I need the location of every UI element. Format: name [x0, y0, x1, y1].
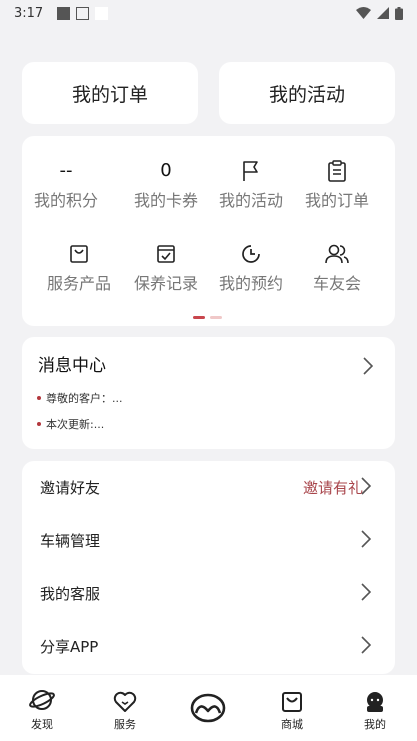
- message-center-card[interactable]: 消息中心 尊敬的客户：... 本次更新:...: [22, 337, 395, 449]
- message-center-title: 消息中心: [38, 356, 106, 376]
- maintenance-label: 保养记录: [133, 274, 198, 293]
- grid-item-maintenance[interactable]: 保养记录: [121, 241, 211, 294]
- white-square-icon: [95, 6, 109, 20]
- chevron-right-icon: [361, 582, 372, 605]
- points-value: --: [59, 160, 73, 181]
- chevron-right-icon: [361, 635, 372, 658]
- users-icon: [324, 241, 350, 267]
- points-label: 我的积分: [33, 191, 98, 210]
- tab-service-label: 服务: [114, 718, 136, 731]
- flag-icon: [241, 158, 261, 184]
- tab-mall-label: 商城: [281, 718, 303, 731]
- my-activities-label: 我的活动: [268, 83, 345, 106]
- share-label: 分享APP: [40, 638, 99, 656]
- invite-label: 邀请好友: [40, 479, 101, 497]
- coupons-value: 0: [160, 160, 172, 181]
- activities-label: 我的活动: [218, 191, 283, 210]
- signal-icon: [377, 7, 389, 19]
- tab-mall[interactable]: 商城: [262, 675, 322, 732]
- wifi-icon: [356, 7, 371, 19]
- my-orders-button[interactable]: 我的订单: [22, 62, 198, 124]
- clipboard-icon: [327, 158, 347, 184]
- page-dot-active: [193, 316, 205, 319]
- message-item[interactable]: 尊敬的客户：...: [37, 390, 123, 406]
- invite-reward-text: 邀请有礼: [302, 479, 363, 497]
- coupons-label: 我的卡券: [133, 191, 198, 210]
- tab-mine-label: 我的: [364, 718, 386, 731]
- status-time: 3:17: [14, 5, 44, 21]
- my-orders-label: 我的订单: [71, 83, 148, 106]
- chevron-right-icon: [361, 529, 372, 552]
- tab-discover-label: 发现: [31, 718, 53, 731]
- heart-icon: [113, 675, 137, 715]
- grid-item-coupons[interactable]: 0 我的卡券: [121, 158, 211, 211]
- quick-access-grid: -- 我的积分 0 我的卡券 我的活动 我的订单 服务产品 保养记录 我的预约: [22, 136, 395, 326]
- page-dot: [210, 316, 222, 319]
- planet-icon: [28, 675, 56, 715]
- bullet-icon: [37, 396, 41, 400]
- service-products-label: 服务产品: [46, 274, 111, 293]
- tab-mine[interactable]: 我的: [345, 675, 405, 732]
- tab-discover[interactable]: 发现: [12, 675, 72, 732]
- orders-label: 我的订单: [304, 191, 369, 210]
- tab-home-logo[interactable]: [178, 675, 238, 725]
- grid-item-appointments[interactable]: 我的预约: [206, 241, 296, 294]
- page-indicator: [193, 316, 222, 319]
- grid-item-club[interactable]: 车友会: [292, 241, 382, 294]
- shopping-bag-icon: [281, 675, 303, 715]
- message-item[interactable]: 本次更新:...: [37, 416, 104, 432]
- tab-service[interactable]: 服务: [95, 675, 155, 732]
- support-label: 我的客服: [40, 585, 101, 603]
- menu-list: 邀请好友 邀请有礼 车辆管理 我的客服 分享APP: [22, 461, 395, 674]
- menu-item-vehicles[interactable]: 车辆管理: [22, 514, 395, 567]
- menu-item-support[interactable]: 我的客服: [22, 567, 395, 620]
- bullet-icon: [37, 422, 41, 426]
- notification-icon: [57, 6, 71, 20]
- grid-item-orders[interactable]: 我的订单: [292, 158, 382, 211]
- bottom-tab-bar: 发现 服务 商城 我的: [0, 675, 417, 741]
- status-bar: 3:17: [0, 0, 417, 26]
- menu-item-invite[interactable]: 邀请好友 邀请有礼: [22, 461, 395, 514]
- app-notification-icon: [76, 6, 90, 20]
- grid-item-activities[interactable]: 我的活动: [206, 158, 296, 211]
- message-text: 本次更新:...: [46, 418, 105, 431]
- clock-icon: [241, 241, 261, 267]
- calendar-check-icon: [156, 241, 176, 267]
- bag-icon: [69, 241, 89, 267]
- brand-logo-icon: [190, 675, 226, 725]
- appointments-label: 我的预约: [218, 274, 283, 293]
- message-text: 尊敬的客户：...: [46, 392, 123, 405]
- user-avatar-icon: [364, 675, 386, 715]
- club-label: 车友会: [312, 274, 361, 293]
- grid-item-points[interactable]: -- 我的积分: [21, 158, 111, 211]
- vehicles-label: 车辆管理: [40, 532, 101, 550]
- menu-item-share[interactable]: 分享APP: [22, 620, 395, 673]
- battery-icon: [395, 6, 403, 20]
- chevron-right-icon: [363, 357, 374, 379]
- chevron-right-icon: [361, 476, 372, 499]
- my-activities-button[interactable]: 我的活动: [219, 62, 395, 124]
- grid-item-service-products[interactable]: 服务产品: [34, 241, 124, 294]
